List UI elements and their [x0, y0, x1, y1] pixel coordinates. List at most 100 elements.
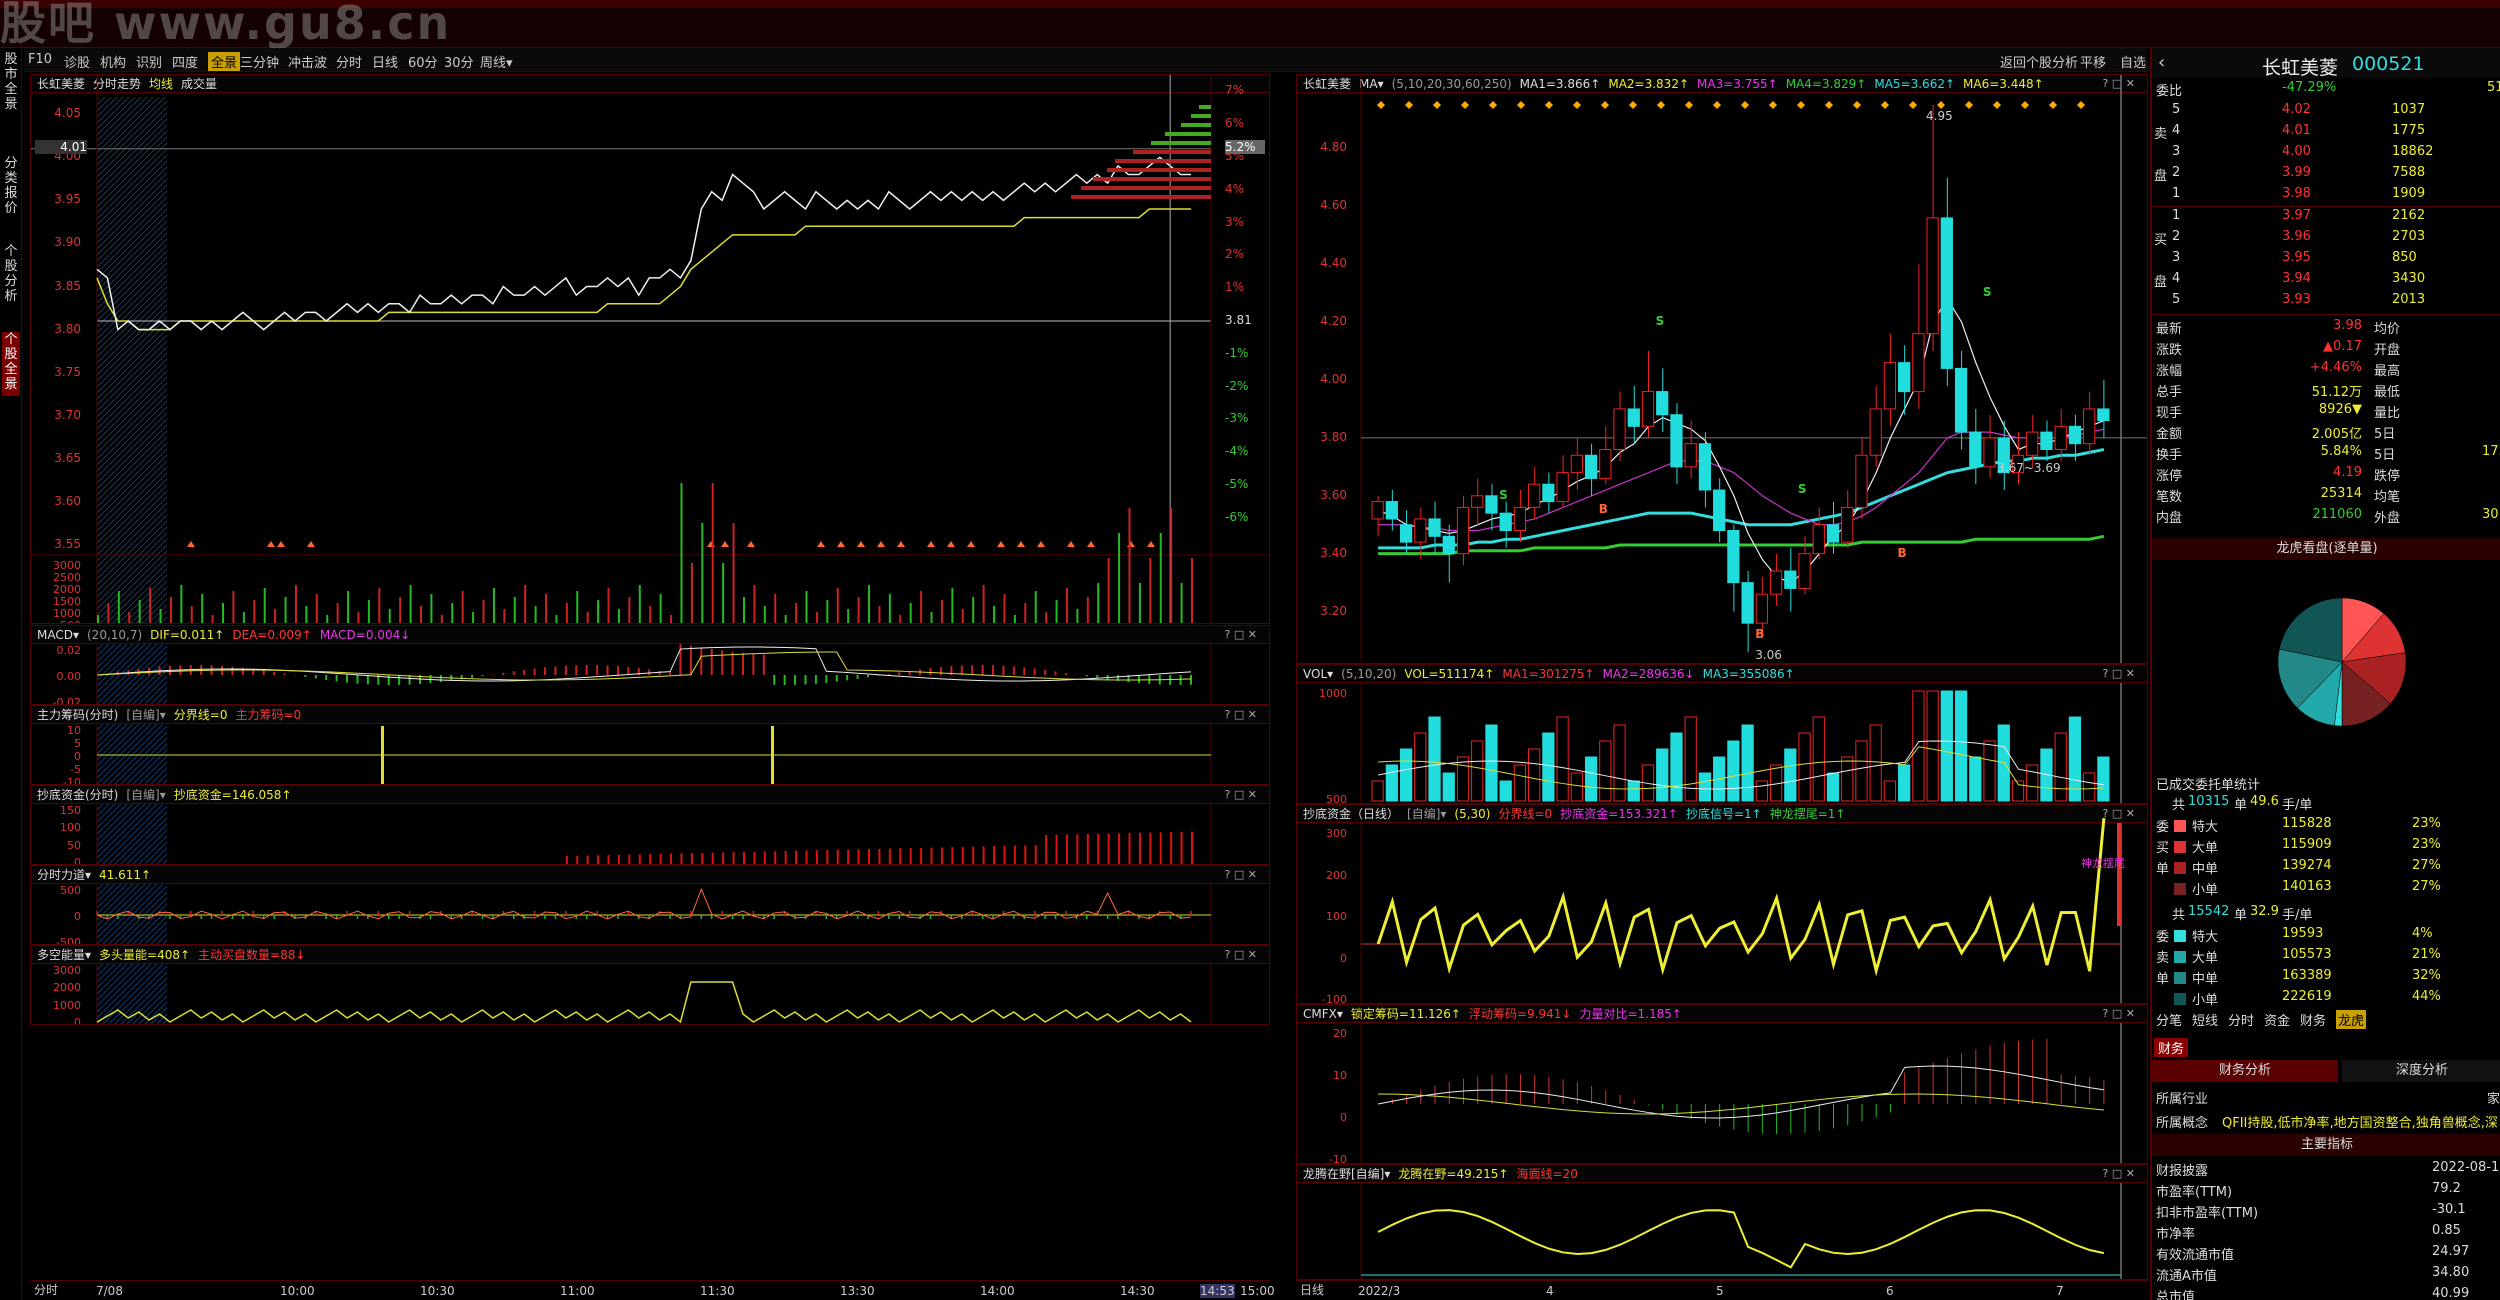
- stat-label-2: 跌停: [2374, 469, 2401, 484]
- left-tab-analysis[interactable]: 个股分析: [2, 244, 20, 308]
- price-axis-10: 3.55: [54, 537, 81, 551]
- left-tab-panorama[interactable]: 个股全景: [2, 332, 20, 396]
- left-ind-2-axis-1: 100: [60, 821, 81, 835]
- toolbar-item-11[interactable]: 30分: [444, 52, 474, 71]
- time-label-5: 13:30: [840, 1284, 875, 1298]
- daily-mark-0: S: [1499, 487, 1508, 502]
- daily-price-axis-3: 4.20: [1320, 314, 1347, 329]
- intraday-panel: 长虹美菱 分时走势 均线 成交量 4.05 4.00 3.95 3.90 3.85 3.80 3.7…: [30, 74, 1270, 624]
- buy-side: 单: [2152, 858, 2500, 879]
- time-footer[interactable]: 分时: [34, 1281, 58, 1298]
- quote-tab-4[interactable]: 财务: [2300, 1010, 2326, 1029]
- toolbar-item-3[interactable]: 识别: [136, 52, 162, 71]
- toolbar-item-2[interactable]: 机构: [100, 52, 126, 71]
- left-ind-3-axis-0: 500: [60, 884, 81, 897]
- quote-tab-3[interactable]: 资金: [2264, 1010, 2290, 1029]
- quote-tabs: 分笔 短线 分时 资金 财务 龙虎: [2152, 1010, 2500, 1031]
- daily-high-label: 4.95: [1926, 109, 1953, 123]
- metric-row: 市净率 0.85: [2152, 1223, 2500, 1244]
- sell-order-row: 小单 222619 44%: [2152, 989, 2500, 1010]
- stat-label: 现手: [2156, 406, 2183, 421]
- bid-level: 1: [2172, 208, 2181, 223]
- toolbar-item-8[interactable]: 分时: [336, 52, 362, 71]
- metric-row: 有效流通市值 24.97: [2152, 1244, 2500, 1265]
- stat-value: 211060: [2312, 507, 2362, 522]
- stat-label-2: 均笔: [2374, 490, 2401, 505]
- stat-label: 涨停: [2156, 469, 2183, 484]
- left-ind-chart-1: [96, 724, 1212, 784]
- buy-order-type: 小单: [2192, 883, 2219, 898]
- quote-tab-1[interactable]: 短线: [2192, 1010, 2218, 1029]
- left-ind-2-axis-2: 50: [67, 838, 81, 852]
- fin-subtab-1[interactable]: 深度分析: [2342, 1060, 2500, 1082]
- metric-row: 扣非市盈率(TTM) -30.1: [2152, 1202, 2500, 1223]
- daily-price-axis-5: 3.80: [1320, 429, 1347, 444]
- right-ind-2-axis-3: -10: [1329, 1153, 1347, 1164]
- right-ind-2-axis-0: 20: [1333, 1027, 1347, 1040]
- toolbar-right-2[interactable]: 自选: [2120, 52, 2146, 71]
- left-ind-3-axis-2: -500: [56, 936, 81, 945]
- stock-code: 000521: [2352, 53, 2425, 75]
- stat-label: 涨幅: [2156, 364, 2183, 379]
- right-ind-1-tag: 神龙摆尾: [2081, 857, 2125, 870]
- sell-side-char: 卖: [2156, 951, 2170, 966]
- buy-order-pct: 27%: [2412, 879, 2441, 894]
- pct-axis-mid: 3.81: [1225, 313, 1252, 327]
- sell-side: 委: [2152, 926, 2500, 947]
- daily-mid-label: 3.67~3.69: [1997, 460, 2061, 475]
- daily-x-footer[interactable]: 日线: [1300, 1281, 1324, 1298]
- cursor-price: 4.01: [35, 139, 87, 154]
- metric-label: 市盈率(TTM): [2156, 1185, 2233, 1200]
- toolbar-item-7[interactable]: 冲击波: [288, 52, 327, 71]
- toolbar-item-0[interactable]: F10: [28, 52, 52, 67]
- stat-label: 内盘: [2156, 511, 2183, 526]
- pct-axis-down-0: -1%: [1225, 345, 1249, 360]
- back-chevron-icon[interactable]: ‹: [2158, 52, 2165, 73]
- daily-price-axis-4: 4.00: [1320, 372, 1347, 386]
- toolbar-item-5[interactable]: 全景: [208, 52, 241, 71]
- price-axis-3: 3.90: [54, 235, 81, 250]
- bid-row: 5 3.93 2013: [2152, 292, 2500, 313]
- stat-row: 换手 5.84% 5日 17.: [2152, 444, 2500, 465]
- pct-axis-up-3: 4%: [1225, 181, 1245, 196]
- pan-label-2: 盘: [2154, 275, 2168, 290]
- buy-pan-label: 盘: [2152, 271, 2500, 292]
- price-axis-0: 4.05: [54, 106, 81, 121]
- metric-label: 有效流通市值: [2156, 1248, 2235, 1263]
- toolbar-right-0[interactable]: 返回个股分析: [2000, 52, 2078, 71]
- daily-mark-6: B: [1897, 545, 1907, 560]
- toolbar-item-10[interactable]: 60分: [408, 52, 438, 71]
- pct-axis-up-1: 6%: [1225, 116, 1245, 131]
- stat-row: 涨幅 +4.46% 最高: [2152, 360, 2500, 381]
- toolbar-item-12[interactable]: 周线▾: [480, 52, 513, 71]
- weibi-row: 委比 -47.29% 51: [2152, 80, 2500, 101]
- stat-label-2: 最低: [2374, 385, 2401, 400]
- toolbar-right-1[interactable]: 平移: [2080, 52, 2106, 71]
- right-indicator-0: VOL▾ (5,10,20) VOL=511174↑ MA1=301275↑ MA2=2…: [1296, 664, 2148, 804]
- quote-tab-2[interactable]: 分时: [2228, 1010, 2254, 1029]
- ask-price: 4.02: [2282, 102, 2311, 117]
- header-right: [1330, 8, 2500, 48]
- fin-tab[interactable]: 财务: [2154, 1038, 2189, 1057]
- buy-side-char: 委: [2156, 820, 2170, 835]
- ask-level: 3: [2172, 144, 2181, 159]
- left-tab-market[interactable]: 股市全景: [2, 52, 20, 116]
- toolbar-item-9[interactable]: 日线: [372, 52, 398, 71]
- time-label-0: 7/08: [96, 1284, 123, 1298]
- left-tab-quotes[interactable]: 分类报价: [2, 156, 20, 220]
- daily-price-axis-6: 3.60: [1320, 487, 1347, 502]
- right-ind-2-axis-2: 0: [1340, 1111, 1347, 1124]
- toolbar-item-1[interactable]: 诊股: [64, 52, 90, 71]
- quote-tab-5[interactable]: 龙虎: [2336, 1010, 2367, 1029]
- daily-price-axis-1: 4.60: [1320, 198, 1347, 213]
- metric-label: 财报披露: [2156, 1164, 2209, 1179]
- toolbar-item-4[interactable]: 四度: [172, 52, 198, 71]
- metric-value: 2022-08-18: [2432, 1160, 2500, 1175]
- right-ind-2-axis-1: 10: [1333, 1069, 1347, 1082]
- buy-total-row-d: 49.6: [2250, 794, 2279, 809]
- fin-subtab-0[interactable]: 财务分析: [2152, 1060, 2338, 1082]
- daily-x-label-3: 6: [1886, 1284, 1894, 1298]
- industry-label: 所属行业: [2156, 1092, 2209, 1107]
- quote-tab-0[interactable]: 分笔: [2156, 1010, 2182, 1029]
- toolbar-item-6[interactable]: 三分钟: [240, 52, 279, 71]
